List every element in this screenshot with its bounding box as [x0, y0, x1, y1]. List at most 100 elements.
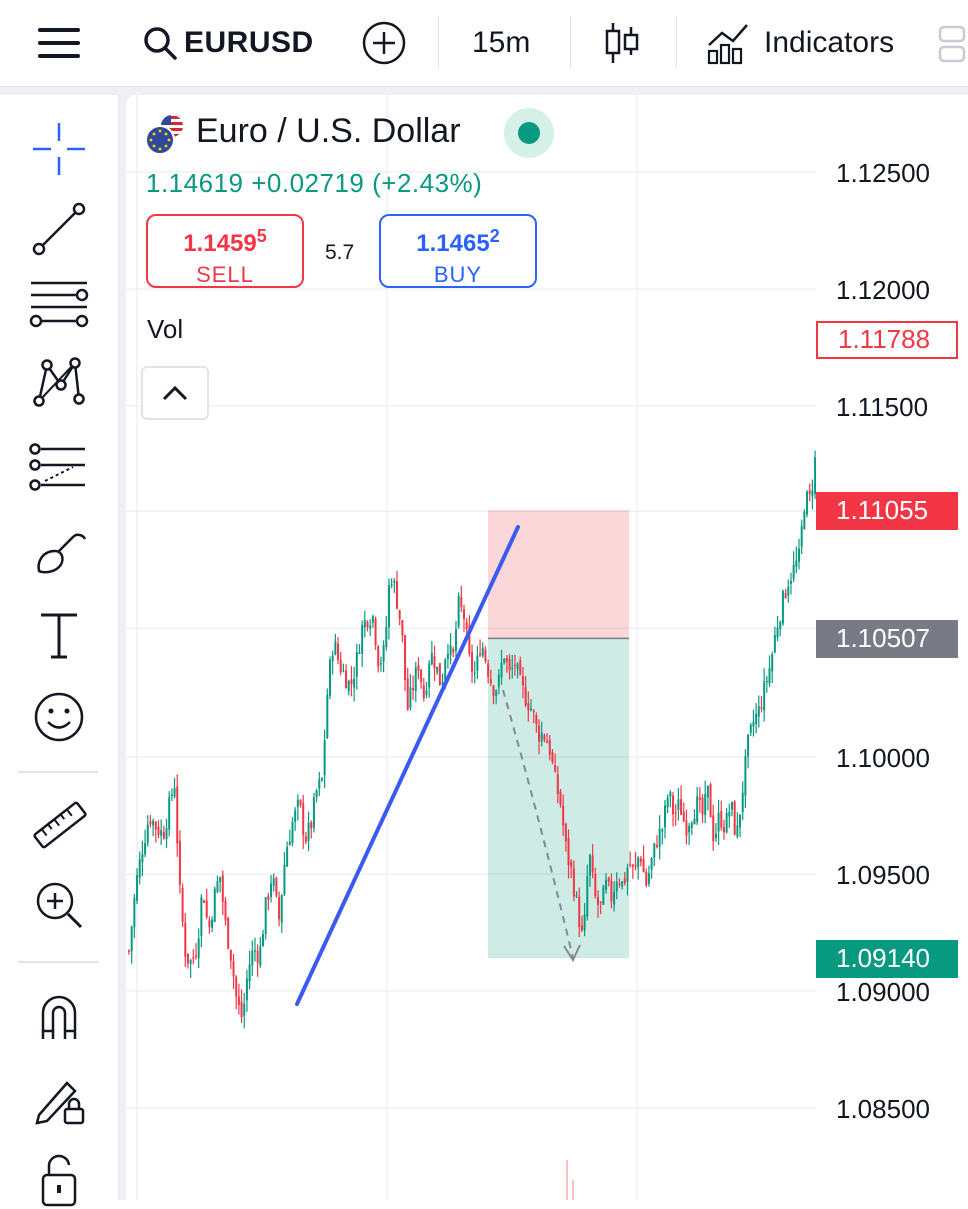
current-price-tag: 1.11788 — [816, 321, 958, 359]
trend-line-drawing — [295, 525, 520, 1006]
candle-body — [516, 663, 519, 670]
axis-label: 1.09500 — [836, 860, 930, 890]
candle-body — [693, 818, 696, 825]
candle-body — [690, 823, 693, 829]
candle-body — [280, 894, 283, 923]
market-status-indicator[interactable] — [504, 108, 554, 158]
candle-body — [800, 526, 803, 547]
candle-body — [253, 950, 256, 952]
stop-loss-tag: 1.11055 — [816, 492, 958, 530]
candle-body — [219, 876, 222, 882]
candle-body — [497, 674, 500, 688]
candle-body — [597, 896, 599, 905]
volume-indicator-label[interactable]: Vol — [147, 314, 183, 345]
candle-body — [438, 663, 441, 686]
symbol-title[interactable]: Euro / U.S. Dollar — [196, 112, 461, 151]
candle-body — [149, 821, 152, 825]
candle-body — [186, 953, 189, 964]
candle-body — [363, 620, 366, 628]
candle-body — [256, 951, 259, 963]
candle-body — [674, 812, 677, 814]
candle-body — [165, 828, 168, 840]
candle-body — [430, 652, 433, 665]
candle-body — [329, 659, 331, 696]
candle-body — [629, 864, 632, 866]
candle-body — [304, 836, 307, 842]
candle-body — [128, 950, 130, 952]
candle-body — [433, 656, 436, 669]
candle-body — [760, 707, 763, 709]
candle-body — [666, 797, 669, 808]
candle-body — [484, 649, 487, 662]
candle-body — [414, 667, 417, 691]
candle-body — [755, 713, 758, 725]
candle-body — [621, 881, 624, 887]
collapse-legend-button[interactable] — [141, 366, 209, 420]
candle-body — [787, 586, 790, 596]
candle-body — [160, 830, 163, 836]
candle-body — [398, 610, 401, 619]
candle-body — [664, 805, 666, 828]
candle-body — [811, 490, 814, 497]
candle-body — [720, 811, 723, 828]
candle-body — [757, 706, 760, 717]
candle-body — [776, 627, 779, 638]
candle-body — [543, 735, 546, 740]
candle-body — [618, 883, 621, 885]
short-position-drawing[interactable] — [488, 510, 629, 959]
candle-body — [594, 874, 597, 897]
candle-body — [353, 678, 356, 688]
candle-body — [530, 708, 532, 711]
candle-body — [213, 888, 216, 923]
candle-body — [789, 580, 792, 584]
candle-body — [138, 859, 141, 878]
candle-body — [806, 491, 809, 515]
candle-body — [714, 833, 717, 839]
candle-body — [521, 676, 524, 686]
take-profit-zone — [488, 638, 629, 959]
candle-body — [765, 680, 768, 683]
candle-body — [706, 785, 709, 798]
candle-body — [229, 949, 232, 961]
buy-button[interactable]: 1.14652 BUY — [379, 214, 537, 288]
candle-body — [133, 897, 136, 928]
candle-body — [682, 811, 685, 822]
candle-body — [513, 665, 516, 667]
candle-body — [296, 799, 299, 808]
candle-body — [588, 854, 591, 876]
candle-body — [688, 826, 691, 833]
candle-body — [189, 960, 192, 964]
candle-body — [141, 854, 144, 863]
axis-label: 1.10000 — [836, 743, 930, 773]
candle-body — [195, 955, 197, 957]
candle-body — [162, 832, 165, 839]
candle-body — [591, 855, 594, 873]
candle-body — [369, 625, 372, 629]
candle-body — [650, 858, 653, 870]
candle-body — [586, 876, 589, 917]
candle-body — [412, 688, 415, 691]
candle-body — [607, 877, 610, 882]
candle-body — [208, 920, 211, 928]
candle-body — [374, 618, 377, 646]
candle-body — [744, 756, 747, 796]
candle-body — [326, 694, 329, 738]
candle-body — [631, 864, 634, 867]
candle-body — [176, 786, 179, 844]
symbol-logo — [145, 113, 187, 155]
candle-body — [358, 652, 361, 654]
candle-body — [519, 660, 522, 675]
candle-body — [578, 896, 581, 928]
candle-body — [235, 976, 238, 997]
candle-body — [278, 897, 281, 920]
candle-body — [452, 648, 455, 653]
entry-price-tag: 1.10507 — [816, 620, 958, 658]
candle-body — [387, 585, 390, 628]
candle-body — [192, 957, 195, 959]
candle-body — [661, 829, 664, 832]
candle-body — [318, 779, 321, 789]
candle-body — [722, 827, 725, 833]
candle-body — [401, 620, 404, 636]
sell-button[interactable]: 1.14595 SELL — [146, 214, 304, 288]
candle-body — [136, 875, 139, 901]
